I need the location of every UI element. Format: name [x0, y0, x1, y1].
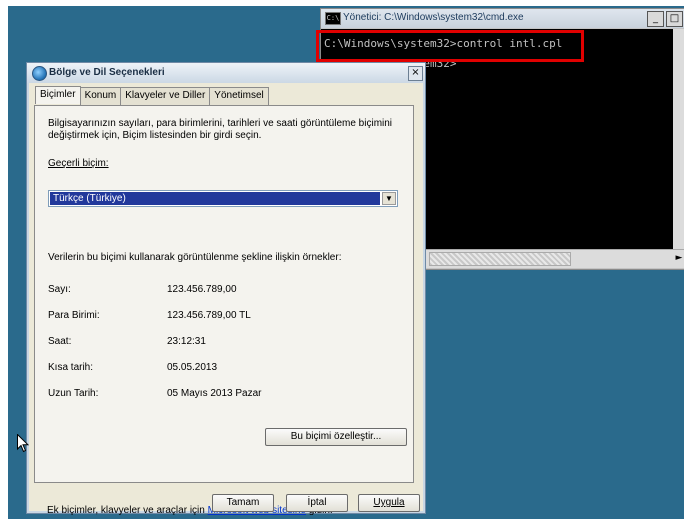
formats-tab-page: Bilgisayarınızın sayıları, para birimler…: [34, 105, 414, 483]
tab-strip: Biçimler Konum Klavyeler ve Diller Yönet…: [35, 86, 269, 105]
apply-button[interactable]: Uygula: [358, 494, 420, 512]
tab-administrative[interactable]: Yönetimsel: [209, 87, 269, 105]
tab-location[interactable]: Konum: [79, 87, 122, 105]
example-label: Sayı:: [48, 284, 71, 295]
footer-prefix: Ek biçimler, klavyeler ve araçlar için: [47, 505, 208, 516]
globe-icon: [32, 66, 47, 81]
format-label: Geçerli biçim:: [48, 158, 109, 169]
cmd-vertical-scrollbar[interactable]: [673, 29, 684, 249]
dialog-titlebar[interactable]: Bölge ve Dil Seçenekleri ×: [27, 63, 425, 83]
intro-text-line2: değiştirmek için, Biçim listesinden bir …: [48, 130, 262, 141]
example-label: Saat:: [48, 336, 72, 347]
example-label: Kısa tarih:: [48, 362, 94, 373]
ok-button[interactable]: Tamam: [212, 494, 274, 512]
cmd-scroll-thumb[interactable]: [429, 252, 571, 266]
cmd-titlebar[interactable]: C:\ Yönetici: C:\Windows\system32\cmd.ex…: [321, 9, 684, 28]
maximize-button[interactable]: □: [666, 11, 683, 27]
intro-text-line1: Bilgisayarınızın sayıları, para birimler…: [48, 118, 393, 129]
example-label: Para Birimi:: [48, 310, 100, 321]
example-value: 23:12:31: [167, 336, 206, 347]
customize-format-button[interactable]: Bu biçimi özelleştir...: [265, 428, 407, 446]
cmd-title: Yönetici: C:\Windows\system32\cmd.exe: [343, 12, 524, 23]
close-button[interactable]: ×: [408, 66, 423, 81]
example-value: 123.456.789,00: [167, 284, 237, 295]
cancel-button[interactable]: İptal: [286, 494, 348, 512]
minimize-button[interactable]: _: [647, 11, 664, 27]
example-value: 05 Mayıs 2013 Pazar: [167, 388, 262, 399]
command-highlight-box: [316, 30, 584, 62]
mouse-cursor-icon: [17, 434, 29, 453]
cmd-icon: C:\: [325, 12, 341, 25]
format-dropdown[interactable]: Türkçe (Türkiye) ▼: [48, 190, 398, 207]
example-label: Uzun Tarih:: [48, 388, 99, 399]
dialog-body: Biçimler Konum Klavyeler ve Diller Yönet…: [29, 83, 423, 516]
chevron-down-icon[interactable]: ▼: [382, 192, 396, 205]
format-dropdown-value: Türkçe (Türkiye): [50, 192, 380, 205]
examples-heading: Verilerin bu biçimi kullanarak görüntüle…: [48, 252, 342, 263]
scroll-right-icon[interactable]: ►: [673, 252, 684, 264]
example-value: 05.05.2013: [167, 362, 218, 373]
region-dialog[interactable]: Bölge ve Dil Seçenekleri × Biçimler Konu…: [26, 62, 426, 516]
example-value: 123.456.789,00 TL: [167, 310, 251, 321]
tab-formats[interactable]: Biçimler: [35, 86, 81, 104]
tab-keyboards-languages[interactable]: Klavyeler ve Diller: [120, 87, 211, 105]
dialog-title: Bölge ve Dil Seçenekleri: [49, 67, 165, 78]
